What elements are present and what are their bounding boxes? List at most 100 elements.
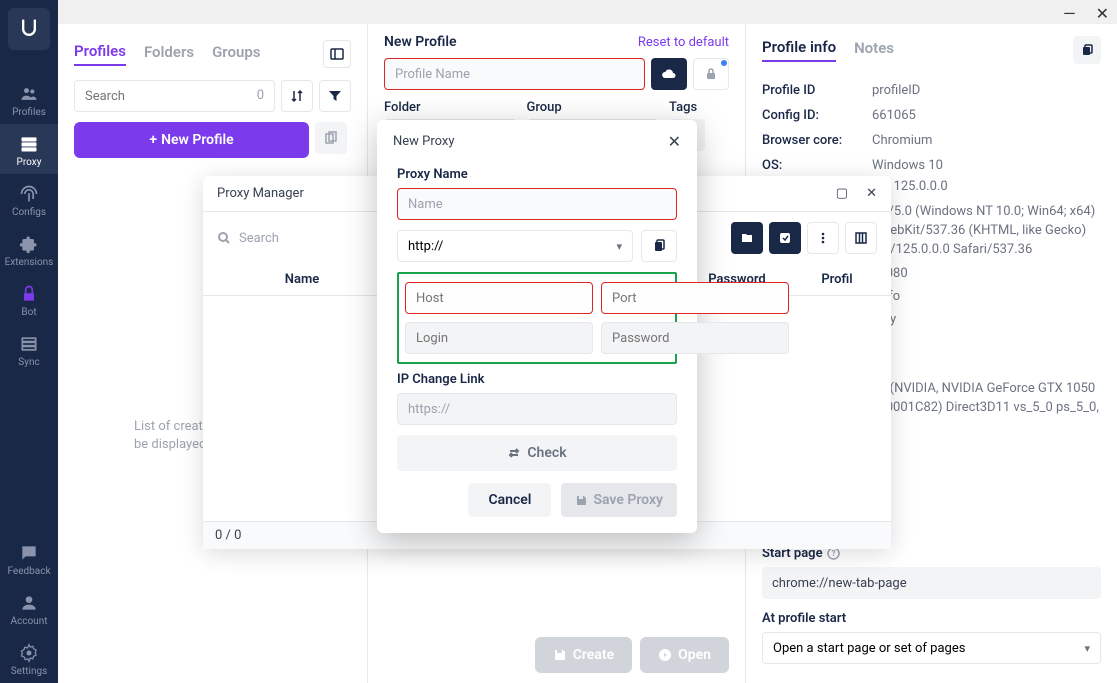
sidebar-item-bot[interactable]: Bot: [0, 274, 58, 324]
ip-change-input[interactable]: [397, 393, 677, 425]
info-value: Windows 10: [872, 158, 1101, 173]
tab-notes[interactable]: Notes: [854, 39, 894, 61]
login-input[interactable]: [405, 322, 593, 354]
local-btn[interactable]: [693, 58, 729, 90]
sort-icon: [290, 89, 304, 103]
new-proxy-dialog: New Proxy ✕ Proxy Name http:// ▾ IP Chan: [377, 120, 697, 533]
maximize-btn[interactable]: ▢: [836, 186, 848, 201]
open-btn[interactable]: Open: [640, 637, 729, 673]
columns-action-btn[interactable]: [845, 222, 877, 254]
check-label: Check: [527, 445, 566, 461]
info-label: Profile ID: [762, 83, 872, 98]
gear-icon: [19, 643, 39, 663]
info-value: profileID: [872, 83, 1101, 98]
sidebar-item-feedback[interactable]: Feedback: [0, 533, 58, 583]
tab-profile-info[interactable]: Profile info: [762, 38, 836, 62]
close-btn[interactable]: ✕: [866, 186, 877, 201]
sidebar-item-account[interactable]: Account: [0, 583, 58, 633]
play-icon: [658, 648, 672, 662]
lock-icon: [704, 67, 718, 81]
paste-btn[interactable]: [641, 230, 677, 262]
check-btn[interactable]: Check: [397, 435, 677, 471]
sidebar-item-settings[interactable]: Settings: [0, 633, 58, 683]
group-label: Group: [527, 100, 660, 115]
reset-link[interactable]: Reset to default: [638, 35, 729, 50]
minimize-btn[interactable]: —: [1063, 4, 1076, 23]
clipboard-icon: [652, 239, 666, 253]
chevron-down-icon: ▾: [616, 240, 622, 253]
users-icon: [19, 84, 39, 104]
proxy-name-label: Proxy Name: [397, 167, 677, 182]
new-profile-title: New Profile: [384, 34, 457, 50]
start-page-input[interactable]: [762, 567, 1101, 599]
status-dot: [721, 60, 727, 66]
open-label: Open: [678, 647, 711, 663]
search-input[interactable]: [85, 81, 228, 111]
help-icon: ?: [827, 547, 840, 560]
sidebar-item-profiles[interactable]: Profiles: [0, 74, 58, 124]
save-icon: [553, 648, 567, 662]
search-input-wrap: 0: [74, 80, 275, 112]
copy-info-btn[interactable]: [1073, 36, 1101, 64]
tab-folders[interactable]: Folders: [144, 43, 194, 65]
sidebar-label: Account: [10, 616, 47, 627]
profile-name-input[interactable]: [384, 58, 645, 90]
tab-groups[interactable]: Groups: [212, 43, 260, 65]
tags-label: Tags: [669, 100, 729, 115]
info-value: Chromium: [872, 133, 1101, 148]
create-btn[interactable]: Create: [535, 637, 632, 673]
protocol-select[interactable]: http:// ▾: [397, 230, 633, 262]
filter-btn[interactable]: [319, 80, 351, 112]
col-name: Name: [217, 272, 387, 287]
save-proxy-btn[interactable]: Save Proxy: [561, 483, 677, 517]
new-profile-label: New Profile: [161, 132, 234, 148]
info-label: OS:: [762, 158, 872, 173]
app-logo: [8, 8, 50, 50]
tab-profiles[interactable]: Profiles: [74, 42, 126, 66]
sidebar-item-extensions[interactable]: Extensions: [0, 224, 58, 274]
menu-action-btn[interactable]: [807, 222, 839, 254]
new-proxy-title: New Proxy: [393, 134, 455, 149]
lock-icon: [19, 284, 39, 304]
new-profile-btn[interactable]: + New Profile: [74, 122, 309, 158]
duplicate-btn[interactable]: [315, 122, 347, 154]
cancel-btn[interactable]: Cancel: [468, 483, 551, 517]
proxy-name-input[interactable]: [397, 188, 677, 220]
check-action-btn[interactable]: [769, 222, 801, 254]
sidebar-label: Sync: [18, 357, 39, 368]
password-input[interactable]: [601, 322, 789, 354]
proxy-manager-title: Proxy Manager: [217, 186, 304, 201]
cloud-icon: [661, 66, 677, 82]
host-input[interactable]: [405, 282, 593, 314]
sync-icon: [19, 334, 39, 354]
save-icon: [575, 494, 588, 507]
dots-vertical-icon: [816, 231, 830, 245]
copy-icon: [1080, 43, 1094, 57]
search-placeholder[interactable]: Search: [239, 231, 279, 246]
sidebar: Profiles Proxy Configs Extensions Bot Sy…: [0, 0, 58, 683]
create-label: Create: [573, 647, 614, 663]
sidebar-item-sync[interactable]: Sync: [0, 324, 58, 374]
sidebar-item-proxy[interactable]: Proxy: [0, 124, 58, 174]
col-profiles: Profil: [797, 272, 877, 287]
search-count: 0: [257, 88, 264, 103]
sidebar-label: Settings: [11, 666, 48, 677]
protocol-value: http://: [408, 239, 443, 254]
chevron-down-icon: ▾: [1084, 642, 1090, 655]
copy-icon: [324, 131, 338, 145]
at-start-select[interactable]: Open a start page or set of pages ▾: [762, 632, 1101, 664]
sidebar-item-configs[interactable]: Configs: [0, 174, 58, 224]
folder-label: Folder: [384, 100, 517, 115]
sort-btn[interactable]: [281, 80, 313, 112]
close-btn[interactable]: ✕: [668, 132, 681, 151]
filter-icon: [328, 89, 342, 103]
panel-toggle-btn[interactable]: [323, 40, 351, 68]
at-start-value: Open a start page or set of pages: [773, 641, 965, 656]
port-input[interactable]: [601, 282, 789, 314]
cloud-btn[interactable]: [651, 58, 687, 90]
ip-change-label: IP Change Link: [397, 372, 677, 387]
folder-action-btn[interactable]: [731, 222, 763, 254]
close-btn[interactable]: ✕: [1096, 4, 1109, 23]
sidebar-label: Configs: [12, 207, 46, 218]
server-icon: [19, 134, 39, 154]
